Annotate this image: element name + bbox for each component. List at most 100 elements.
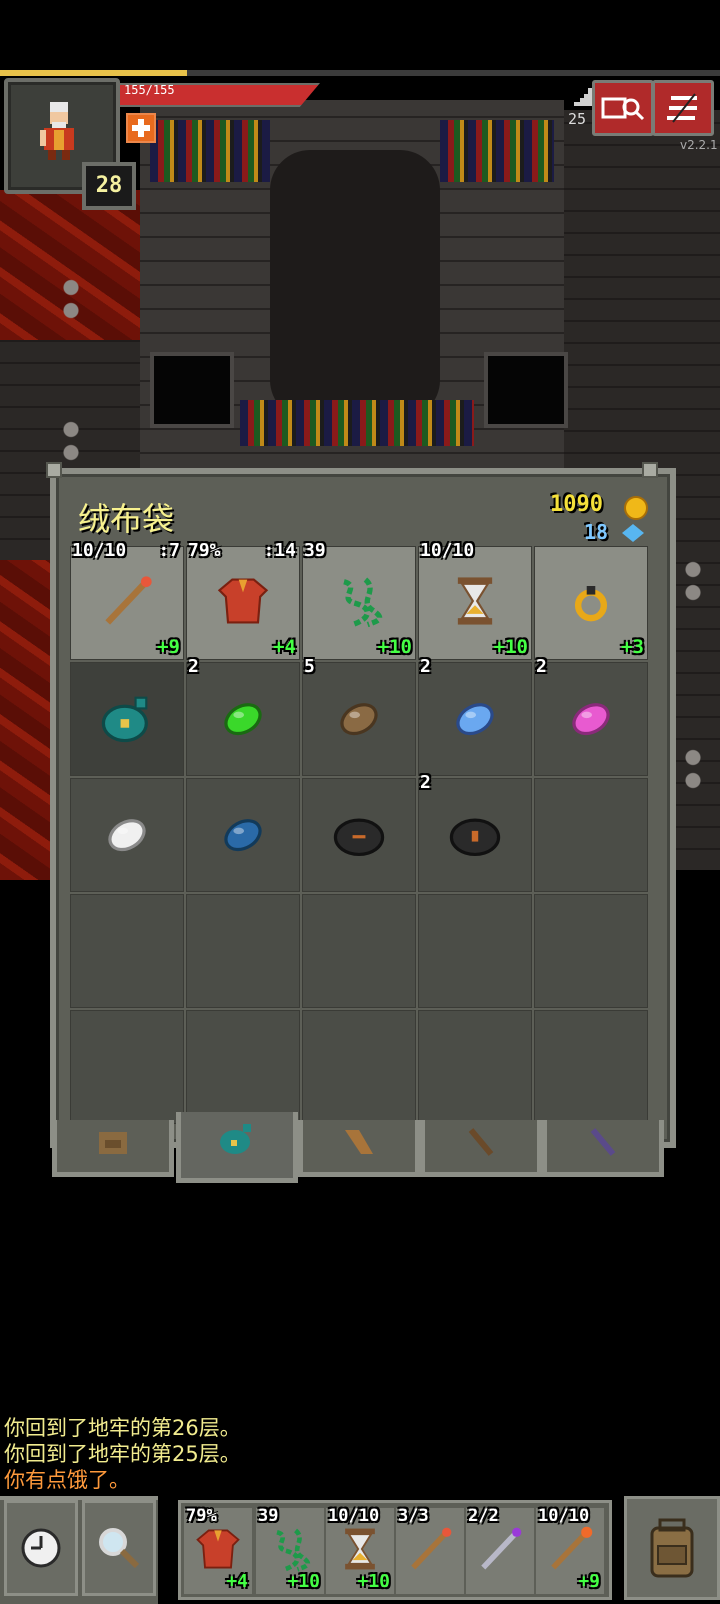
quickslot[interactable]: 10/10 +9 [536,1506,604,1594]
inventory-slot-empty[interactable] [534,778,648,892]
dark-stone-icon [329,803,389,867]
inventory-slot[interactable]: 79% :14 +4 [186,540,300,660]
hero-avatar [40,102,74,160]
inventory-slot[interactable]: +3 [534,546,648,660]
menu-button[interactable] [652,80,714,136]
wand-holster-tab-icon [468,1128,494,1156]
stairs-icon [574,88,592,106]
unknown-stone-icon [445,803,505,867]
inventory-slot-empty[interactable] [418,1010,532,1124]
skull-pile [60,276,82,322]
quickslot[interactable]: 2/2 [466,1506,534,1594]
quickslot-count-label: 79% [186,1506,217,1526]
quickslot-count-label: 10/10 [328,1506,380,1526]
tab-scroll-holder[interactable] [298,1120,420,1177]
inventory-slot[interactable]: 39 +10 [302,540,416,660]
quickslot-count-label: 2/2 [468,1506,499,1526]
inventory-grid: 10/10:7 +9 79%:14 +4 39 +10 10/10 +10 +3 2 5 2 2 2 [70,540,650,1126]
inventory-slot[interactable]: 10/10:7 +9 [70,540,184,660]
stained-glass-window [440,120,554,182]
inventory-slot-empty[interactable] [534,894,648,1008]
item-charge-label: :7 [158,540,180,561]
journal-search-icon [601,97,645,121]
item-quantity-label: 79% [188,540,221,561]
inventory-slot[interactable]: 5 [302,656,416,776]
item-upgrade-label: +3 [621,636,644,658]
inventory-slot-empty[interactable] [302,894,416,1008]
bag-title: 绒布袋 [78,500,175,538]
item-quantity-label: 2 [420,772,431,793]
inventory-slot-empty[interactable] [302,1010,416,1124]
inventory-slot[interactable] [302,778,416,892]
brown-seed-icon [329,687,389,751]
inventory-slot[interactable] [70,662,184,776]
item-upgrade-label: +10 [377,636,412,658]
buff-icon[interactable] [126,113,156,143]
velvet-pouch-tab-icon [220,1124,251,1154]
item-upgrade-label: +10 [493,636,528,658]
tab-velvet-pouch[interactable] [176,1112,298,1183]
inventory-slot-empty[interactable] [418,894,532,1008]
quickslot-count-label: 10/10 [538,1506,590,1526]
window-corner [46,462,62,478]
item-quantity-label: 2 [420,656,431,677]
inventory-slot-empty[interactable] [70,894,184,1008]
inventory-slot-empty[interactable] [534,1010,648,1124]
shadow-carpet [270,150,440,420]
item-quantity-label: 39 [304,540,326,561]
white-seed-icon [97,803,157,867]
inventory-slot-empty[interactable] [186,894,300,1008]
energy-count: 18 [584,520,609,544]
backpack-icon [650,1518,694,1578]
pink-seed-icon [561,687,621,751]
ring-icon [561,571,621,635]
log-line: 你有点饿了。 [4,1468,130,1492]
green-seed-icon [213,687,273,751]
wait-button[interactable] [4,1500,78,1596]
journal-button[interactable] [592,80,654,136]
inventory-slot[interactable]: 2 [186,656,300,776]
xp-bar [0,70,720,76]
quickslot-upgrade-label: +10 [287,1571,320,1592]
pit [484,352,568,428]
hero-level-badge: 28 [82,162,136,210]
robe-armor-icon [213,571,273,635]
inventory-slot[interactable] [70,778,184,892]
stained-glass-window [150,120,270,182]
inventory-slot[interactable]: 2 [418,772,532,892]
backpack-tab-icon [99,1132,127,1154]
quickslot[interactable]: 3/3 [396,1506,464,1594]
inventory-slot[interactable]: 10/10 +10 [418,540,532,660]
inventory-slot[interactable] [186,778,300,892]
item-quantity-label: 2 [188,656,199,677]
quickslot[interactable]: 39 +10 [256,1506,324,1594]
window-corner [642,462,658,478]
magic-holster-tab-icon [590,1128,616,1156]
menu-icon [667,93,697,123]
tab-backpack[interactable] [52,1120,174,1177]
purple-wand-icon [474,1523,526,1579]
quickslot-count-label: 39 [258,1506,279,1526]
tab-magic-holster[interactable] [542,1120,664,1177]
quickslot-upgrade-label: +10 [357,1571,390,1592]
search-button[interactable] [82,1500,156,1596]
hourglass-icon [445,571,505,635]
tab-wand-holster[interactable] [420,1120,542,1177]
gold-count: 1090 [550,492,603,517]
quickslot[interactable]: 10/10 +10 [326,1506,394,1594]
backpack-button[interactable] [624,1496,720,1600]
quickslot[interactable]: 79% +4 [184,1506,252,1594]
gold-coin-icon [624,496,648,520]
inventory-slot[interactable]: 2 [418,656,532,776]
chain-whip-icon [329,571,389,635]
pit [150,352,234,428]
item-upgrade-label: +4 [273,636,296,658]
inventory-slot-empty[interactable] [70,1010,184,1124]
blue-seed-icon [445,687,505,751]
inventory-slot-empty[interactable] [186,1010,300,1124]
item-charge-label: :14 [263,540,296,561]
wand-icon [97,571,157,635]
health-text: 155/155 [124,83,175,97]
skull-pile [682,746,704,792]
inventory-slot[interactable]: 2 [534,656,648,776]
